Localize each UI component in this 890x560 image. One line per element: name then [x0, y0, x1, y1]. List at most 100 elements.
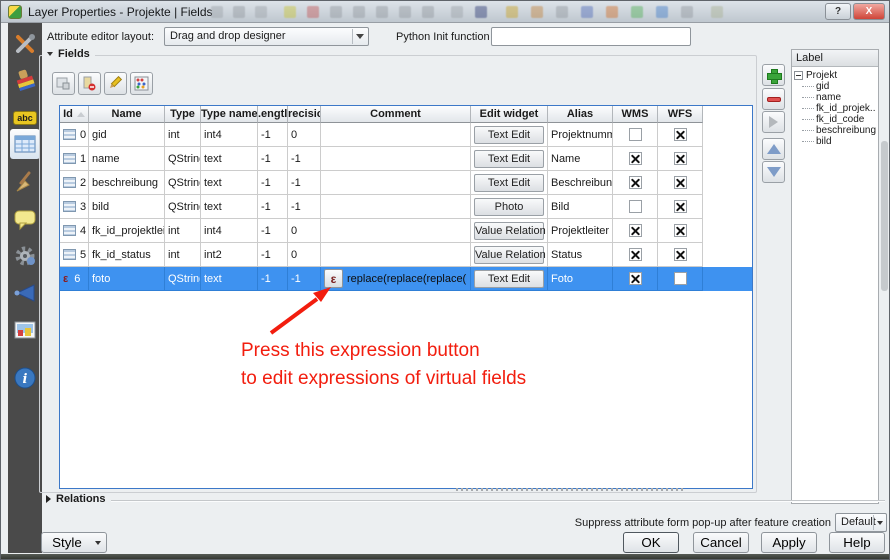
wfs-checkbox[interactable]	[674, 152, 687, 165]
window-close-button[interactable]: X	[853, 3, 885, 20]
style-menu-button[interactable]: Style	[41, 532, 107, 553]
wfs-checkbox[interactable]	[674, 176, 687, 189]
edit-widget-button[interactable]: Text Edit	[474, 126, 544, 144]
sidebar-item-map-tips[interactable]	[10, 204, 40, 234]
sidebar-item-display[interactable]	[10, 167, 40, 197]
tree-item-beschreibung[interactable]: beschreibung	[794, 125, 876, 135]
wfs-checkbox[interactable]	[674, 248, 687, 261]
wms-checkbox[interactable]	[629, 128, 642, 141]
wfs-checkbox[interactable]	[674, 224, 687, 237]
splitter-handle[interactable]	[456, 488, 686, 491]
wms-checkbox[interactable]	[629, 248, 642, 261]
apply-layout-button[interactable]	[762, 111, 785, 133]
window-help-button[interactable]: ?	[825, 3, 851, 20]
edit-widget-button[interactable]: Photo	[474, 198, 544, 216]
paintbrush-icon	[13, 68, 37, 92]
sidebar-item-metadata[interactable]: i	[10, 363, 40, 393]
wfs-checkbox[interactable]	[674, 128, 687, 141]
python-init-input[interactable]	[491, 27, 691, 46]
tree-item-gid[interactable]: gid	[794, 81, 876, 91]
wms-checkbox[interactable]	[629, 224, 642, 237]
column-header-comment[interactable]: Comment	[321, 106, 471, 123]
cancel-button[interactable]: Cancel	[693, 532, 749, 553]
sidebar-item-style[interactable]	[10, 65, 40, 95]
delete-column-button[interactable]	[78, 72, 101, 95]
attribute-editor-layout-select[interactable]: Drag and drop designer	[164, 27, 369, 46]
collapse-expander-icon[interactable]	[794, 71, 803, 80]
plus-icon	[767, 69, 780, 82]
column-header-type-name[interactable]: Type name	[201, 106, 258, 123]
sidebar-item-joins[interactable]	[10, 278, 40, 308]
properties-sidebar: abc	[8, 23, 42, 553]
tree-item-fk-id-projek[interactable]: fk_id_projek...	[794, 103, 876, 113]
ghost-toolbar-icon	[451, 6, 463, 18]
edit-widget-button[interactable]: Value Relation	[474, 222, 544, 240]
column-header-length[interactable]: .engtl	[258, 106, 288, 123]
tree-root-projekt[interactable]: Projekt	[794, 70, 876, 80]
sidebar-item-fields[interactable]	[10, 129, 40, 159]
edit-widget-button[interactable]: Text Edit	[474, 150, 544, 168]
edit-widget-button[interactable]: Value Relation	[474, 246, 544, 264]
table-row-name[interactable]: 1 name QString text -1 -1 Text Edit Name	[60, 147, 752, 171]
column-header-wms[interactable]: WMS	[613, 106, 658, 123]
wms-checkbox[interactable]	[629, 272, 642, 285]
move-up-button[interactable]	[762, 138, 785, 160]
ghost-toolbar-icon	[353, 6, 365, 18]
table-row-fk-id-projektleiter[interactable]: 4 fk_id_projektleiter int int4 -1 0 Valu…	[60, 219, 752, 243]
chevron-down-icon	[873, 515, 885, 530]
remove-item-button[interactable]	[762, 88, 785, 110]
tree-item-name[interactable]: name	[794, 92, 876, 102]
wms-checkbox[interactable]	[629, 152, 642, 165]
collapse-arrow-icon	[47, 52, 53, 56]
attribute-editor-layout-label: Attribute editor layout:	[47, 31, 154, 43]
suppress-popup-select[interactable]: Default	[835, 513, 887, 532]
fields-group-title[interactable]: Fields	[42, 48, 95, 60]
sidebar-item-diagrams[interactable]	[10, 315, 40, 345]
annotation-text: Press this expression button to edit exp…	[241, 337, 526, 393]
fields-groupbox: Fields	[39, 55, 757, 493]
scrollbar-thumb[interactable]	[881, 141, 888, 291]
column-header-type[interactable]: Type	[165, 106, 201, 123]
window-bottom-border	[1, 554, 890, 560]
fields-table: Id Name Type Type name .engtl recisio Co…	[59, 105, 753, 489]
table-row-bild[interactable]: 3 bild QString text -1 -1 Photo Bild	[60, 195, 752, 219]
add-item-button[interactable]	[762, 64, 785, 86]
ghost-toolbar-icon	[475, 6, 487, 18]
table-row-foto-selected[interactable]: ε6 foto QString text -1 -1 ε replace(rep…	[60, 267, 752, 291]
wms-checkbox[interactable]	[629, 200, 642, 213]
column-header-wfs[interactable]: WFS	[658, 106, 703, 123]
column-header-id[interactable]: Id	[60, 106, 89, 123]
hammer-wrench-icon	[13, 32, 37, 56]
column-header-edit-widget[interactable]: Edit widget	[471, 106, 548, 123]
sidebar-item-general[interactable]	[10, 29, 40, 59]
expression-text: replace(replace(replace(bild,'\\,	[347, 273, 467, 285]
column-header-precision[interactable]: recisio	[288, 106, 321, 123]
titlebar[interactable]: Layer Properties - Projekte | Fields ? X	[1, 1, 889, 23]
sidebar-item-actions[interactable]	[10, 241, 40, 271]
table-row-beschreibung[interactable]: 2 beschreibung QString text -1 -1 Text E…	[60, 171, 752, 195]
tree-item-bild[interactable]: bild	[794, 136, 876, 146]
wfs-checkbox[interactable]	[674, 272, 687, 285]
help-button[interactable]: Help	[829, 532, 885, 553]
layer-properties-dialog: Layer Properties - Projekte | Fields ? X	[0, 0, 890, 560]
ghost-toolbar-icon	[656, 6, 668, 18]
tree-item-fk-id-code[interactable]: fk_id_code	[794, 114, 876, 124]
edit-widget-button[interactable]: Text Edit	[474, 174, 544, 192]
table-row-gid[interactable]: 0 gid int int4 -1 0 Text Edit Projektnum…	[60, 123, 752, 147]
relations-group-title[interactable]: Relations	[41, 493, 111, 505]
table-row-fk-id-status[interactable]: 5 fk_id_status int int2 -1 0 Value Relat…	[60, 243, 752, 267]
move-down-button[interactable]	[762, 161, 785, 183]
toggle-editing-button[interactable]	[104, 72, 127, 95]
column-header-name[interactable]: Name	[89, 106, 165, 123]
sort-indicator-icon	[77, 112, 85, 117]
ok-button[interactable]: OK	[623, 532, 679, 553]
new-column-icon	[56, 76, 71, 91]
column-header-alias[interactable]: Alias	[548, 106, 613, 123]
field-calculator-button[interactable]	[130, 72, 153, 95]
new-column-button[interactable]	[52, 72, 75, 95]
form-layout-tree[interactable]: Projekt gid name fk_id_projek... fk_id_c…	[792, 67, 878, 150]
wfs-checkbox[interactable]	[674, 200, 687, 213]
wms-checkbox[interactable]	[629, 176, 642, 189]
apply-button[interactable]: Apply	[761, 532, 817, 553]
edit-widget-button[interactable]: Text Edit	[474, 270, 544, 288]
